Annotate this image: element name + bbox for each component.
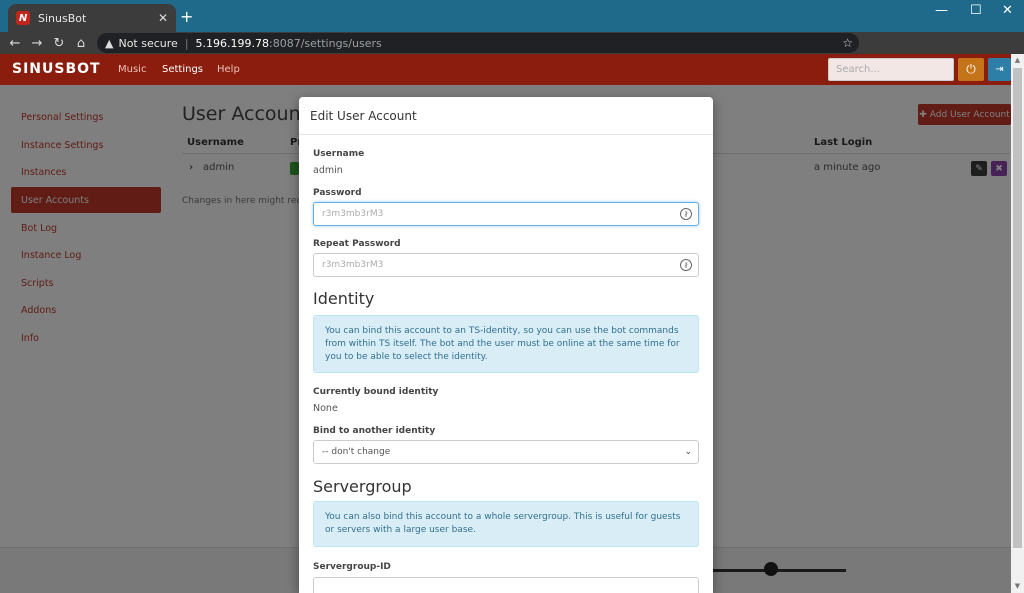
tab-close-icon[interactable]: ✕	[158, 11, 168, 25]
new-tab-button[interactable]: +	[180, 9, 193, 25]
repeat-password-key-icon[interactable]: ⚷	[680, 259, 692, 271]
logout-button[interactable]: ⇥	[988, 58, 1011, 81]
password-field[interactable]: r3m3mb3rM3 ⚷	[313, 202, 699, 226]
password-placeholder: r3m3mb3rM3	[322, 209, 384, 219]
scroll-down-icon[interactable]: ▼	[1011, 580, 1024, 593]
nav-help[interactable]: Help	[217, 64, 240, 75]
logout-icon: ⇥	[995, 64, 1004, 75]
password-manager-key-icon[interactable]: ⚷	[680, 208, 692, 220]
nav-music[interactable]: Music	[118, 64, 146, 75]
repeat-password-label: Repeat Password	[313, 239, 401, 249]
edit-user-modal: Edit User Account Username admin Passwor…	[299, 97, 713, 593]
url-host: 5.196.199.78	[195, 36, 270, 50]
username-value: admin	[313, 165, 343, 176]
forward-icon[interactable]: →	[26, 36, 48, 51]
address-bar[interactable]: ▲ Not secure | 5.196.199.78 :8087/settin…	[97, 33, 859, 53]
app-search-input[interactable]: Search...	[828, 58, 954, 81]
browser-toolbar: ← → ↻ ⌂ ▲ Not secure | 5.196.199.78 :808…	[0, 32, 1024, 81]
power-button[interactable]: ⏻	[958, 58, 984, 81]
username-label: Username	[313, 149, 365, 159]
power-icon: ⏻	[966, 62, 976, 76]
chevron-down-icon: ⌄	[684, 447, 692, 457]
reload-icon[interactable]: ↻	[48, 36, 70, 51]
bookmark-star-icon[interactable]: ☆	[842, 36, 853, 50]
maximize-icon[interactable]: ☐	[970, 3, 982, 18]
servergroup-id-field[interactable]	[313, 577, 699, 593]
repeat-password-placeholder: r3m3mb3rM3	[322, 260, 384, 270]
sinusbot-logo[interactable]: SINUSBOT	[12, 61, 101, 77]
servergroup-id-label: Servergroup-ID	[313, 562, 391, 572]
bound-identity-value: None	[313, 403, 338, 414]
servergroup-heading: Servergroup	[313, 477, 412, 496]
identity-heading: Identity	[313, 289, 375, 308]
scrollbar-thumb[interactable]	[1013, 68, 1022, 548]
warning-icon: ▲	[105, 36, 114, 50]
bound-identity-label: Currently bound identity	[313, 387, 439, 397]
repeat-password-field[interactable]: r3m3mb3rM3 ⚷	[313, 253, 699, 277]
minimize-icon[interactable]: —	[935, 3, 948, 18]
bind-identity-select[interactable]: -- don't change ⌄	[313, 440, 699, 464]
back-icon[interactable]: ←	[4, 36, 26, 51]
nav-settings[interactable]: Settings	[162, 64, 203, 75]
tab-title: SinusBot	[38, 11, 87, 25]
app-navbar: SINUSBOT Music Settings Help Search... ⏻…	[0, 54, 1011, 85]
sinusbot-favicon-icon: N	[16, 11, 30, 25]
url-path: :8087/settings/users	[269, 36, 382, 50]
servergroup-info-alert: You can also bind this account to a whol…	[313, 501, 699, 547]
home-icon[interactable]: ⌂	[70, 36, 92, 51]
browser-tab-bar: N SinusBot ✕ + — ☐ ✕	[0, 0, 1024, 32]
window-close-icon[interactable]: ✕	[1002, 3, 1013, 18]
scroll-up-icon[interactable]: ▲	[1011, 54, 1024, 67]
page-scrollbar[interactable]: ▲ ▼	[1011, 54, 1024, 593]
modal-title: Edit User Account	[299, 97, 713, 135]
password-label: Password	[313, 188, 362, 198]
bind-identity-selected: -- don't change	[322, 447, 391, 457]
address-divider: |	[184, 36, 189, 50]
bind-identity-label: Bind to another identity	[313, 426, 436, 436]
identity-info-alert: You can bind this account to an TS-ident…	[313, 315, 699, 373]
security-label[interactable]: Not secure	[118, 37, 177, 50]
browser-tab[interactable]: N SinusBot ✕	[8, 4, 176, 32]
